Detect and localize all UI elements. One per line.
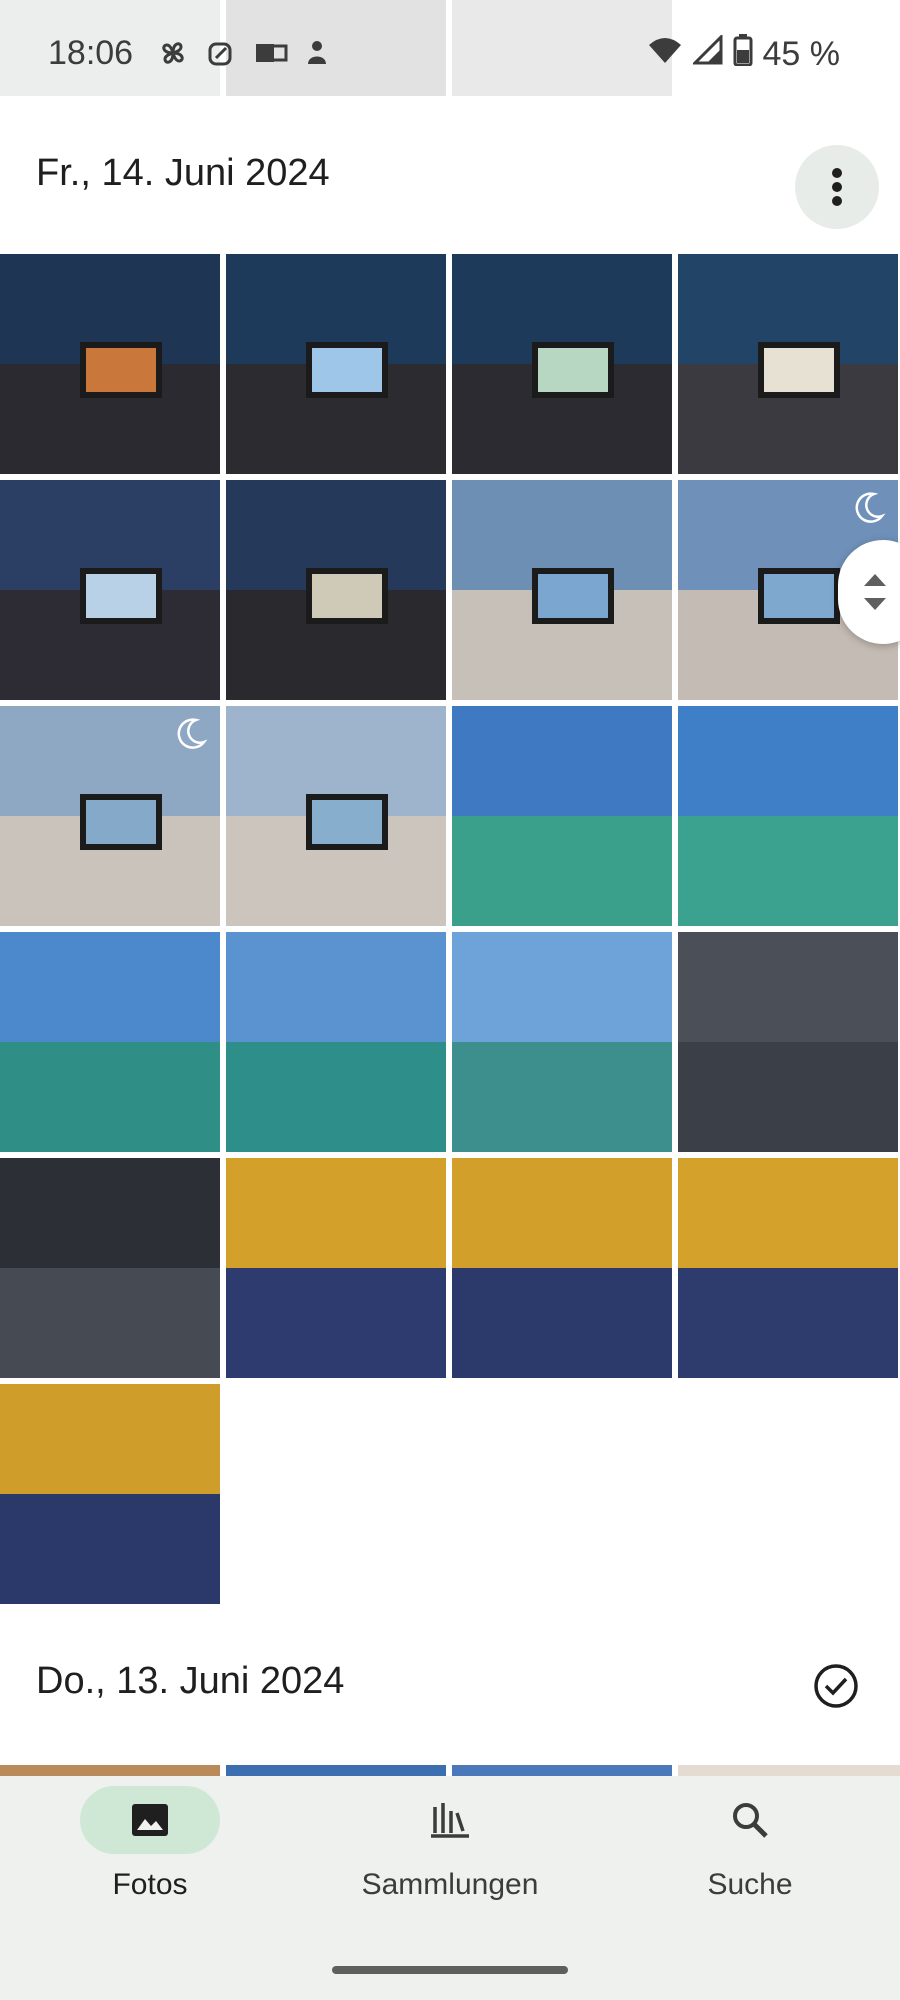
photo-thumbnail[interactable] [226,706,446,926]
photo-thumbnail[interactable] [0,932,220,1152]
battery-percent: 45 % [762,35,841,73]
photo-thumbnail[interactable] [0,1384,220,1604]
photo-thumbnail[interactable] [226,254,446,474]
photo-thumbnail[interactable] [452,254,672,474]
select-section-button[interactable] [812,1662,860,1710]
photo-thumbnail[interactable] [0,1158,220,1378]
nav-fotos[interactable]: Fotos [40,1786,260,1902]
photo-thumbnail[interactable] [452,706,672,926]
night-mode-icon [177,718,208,749]
fan-icon [158,38,188,68]
photo-thumbnail[interactable] [678,932,898,1152]
nav-sammlungen[interactable]: Sammlungen [340,1786,560,1902]
collections-icon [431,1803,469,1838]
photo-thumbnail[interactable] [226,480,446,700]
check-circle-icon [814,1664,858,1708]
notification-icon [302,38,332,68]
photo-thumbnail[interactable] [452,1158,672,1378]
photo-thumbnail[interactable] [226,1158,446,1378]
photo-thumbnail[interactable] [452,480,672,700]
photo-thumbnail[interactable] [452,932,672,1152]
unfold-icon [864,574,886,610]
more-options-button[interactable] [795,145,879,229]
photo-thumbnail[interactable] [678,706,898,926]
photo-thumbnail[interactable] [0,706,220,926]
nav-label: Fotos [112,1868,188,1901]
outlook-icon [254,38,288,68]
signal-icon [690,33,723,74]
photo-thumbnail[interactable] [0,480,220,700]
wifi-icon [647,35,683,74]
nav-suche[interactable]: Suche [640,1786,860,1902]
nav-label: Suche [707,1868,793,1901]
photo-thumbnail[interactable] [678,1158,898,1378]
section-date-header[interactable]: Fr., 14. Juni 2024 [36,152,330,195]
status-time: 18:06 [48,34,134,72]
more-vert-icon [832,168,842,206]
app-icon [206,38,236,68]
status-bar: 18:06 45 % [0,0,900,96]
photo-thumbnail[interactable] [226,932,446,1152]
search-icon [733,1803,768,1838]
home-indicator [332,1966,568,1974]
photo-icon [132,1804,168,1836]
photo-thumbnail[interactable] [678,254,898,474]
battery-icon [733,34,753,75]
nav-label: Sammlungen [361,1868,539,1901]
night-mode-icon [855,492,886,523]
photo-thumbnail[interactable] [0,254,220,474]
section-date-header-2[interactable]: Do., 13. Juni 2024 [36,1660,344,1703]
